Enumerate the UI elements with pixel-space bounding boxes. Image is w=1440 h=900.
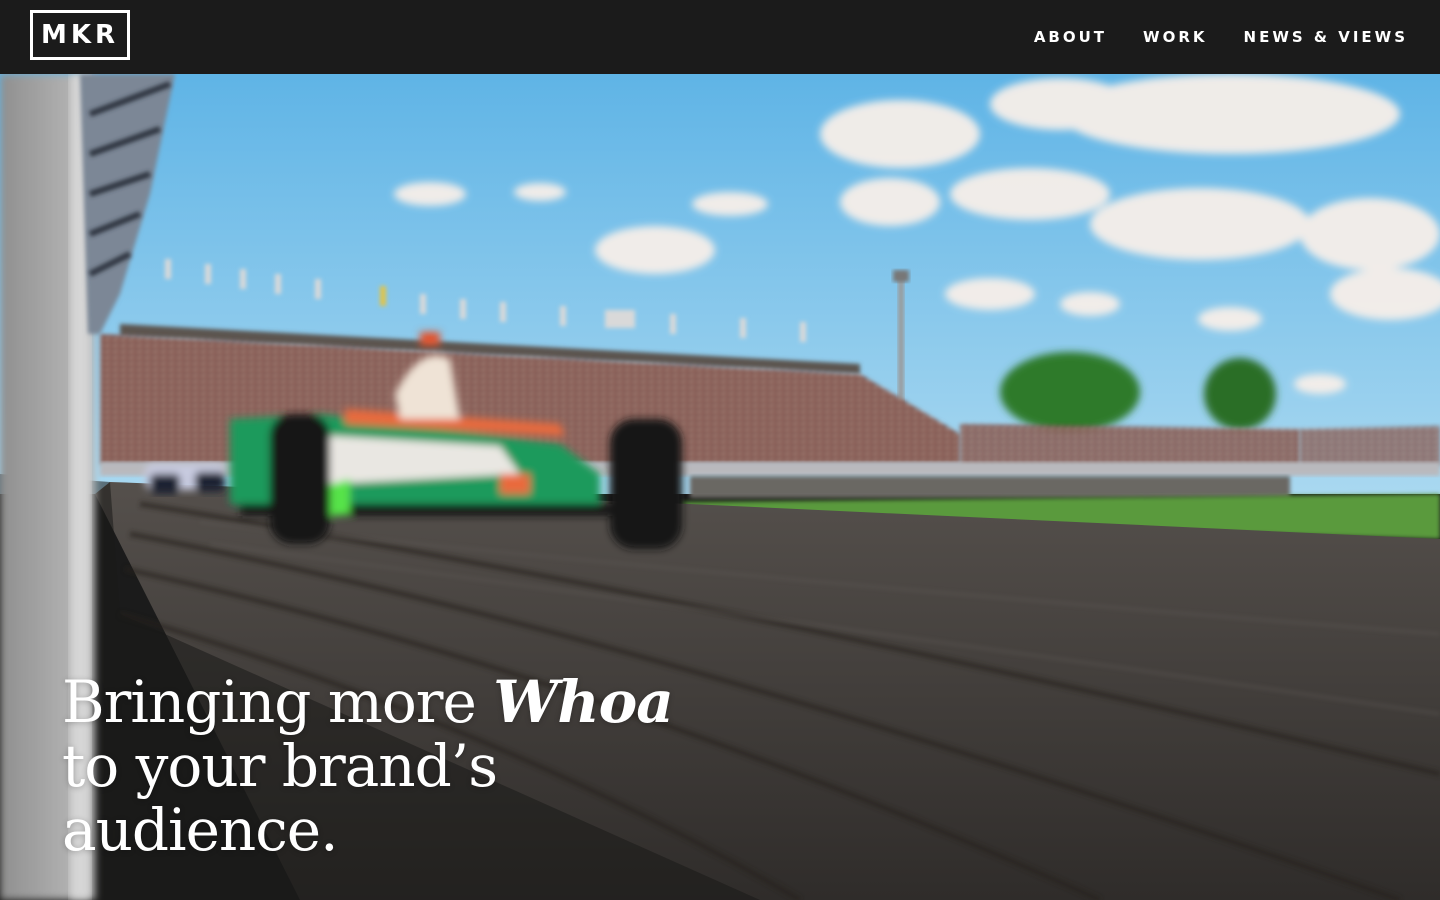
main-nav: ABOUT WORK NEWS & VIEWS — [1034, 26, 1408, 48]
nav-news-views[interactable]: NEWS & VIEWS — [1244, 26, 1408, 48]
hero-headline: Bringing more Whoa to your brand’s audie… — [62, 668, 674, 864]
headline-line-2: to your brand’s — [62, 732, 498, 800]
headline-line-1: Bringing more Whoa — [62, 668, 674, 736]
nav-work[interactable]: WORK — [1143, 26, 1207, 48]
headline-emphasis: Whoa — [493, 668, 674, 736]
hero-video: Bringing more Whoa to your brand’s audie… — [0, 74, 1440, 900]
headline-line-3: audience. — [62, 796, 339, 864]
headline-prefix: Bringing more — [62, 668, 477, 736]
site-header: MKR ABOUT WORK NEWS & VIEWS — [0, 0, 1440, 74]
nav-about[interactable]: ABOUT — [1034, 26, 1107, 48]
mkr-logo[interactable]: MKR — [30, 10, 130, 60]
